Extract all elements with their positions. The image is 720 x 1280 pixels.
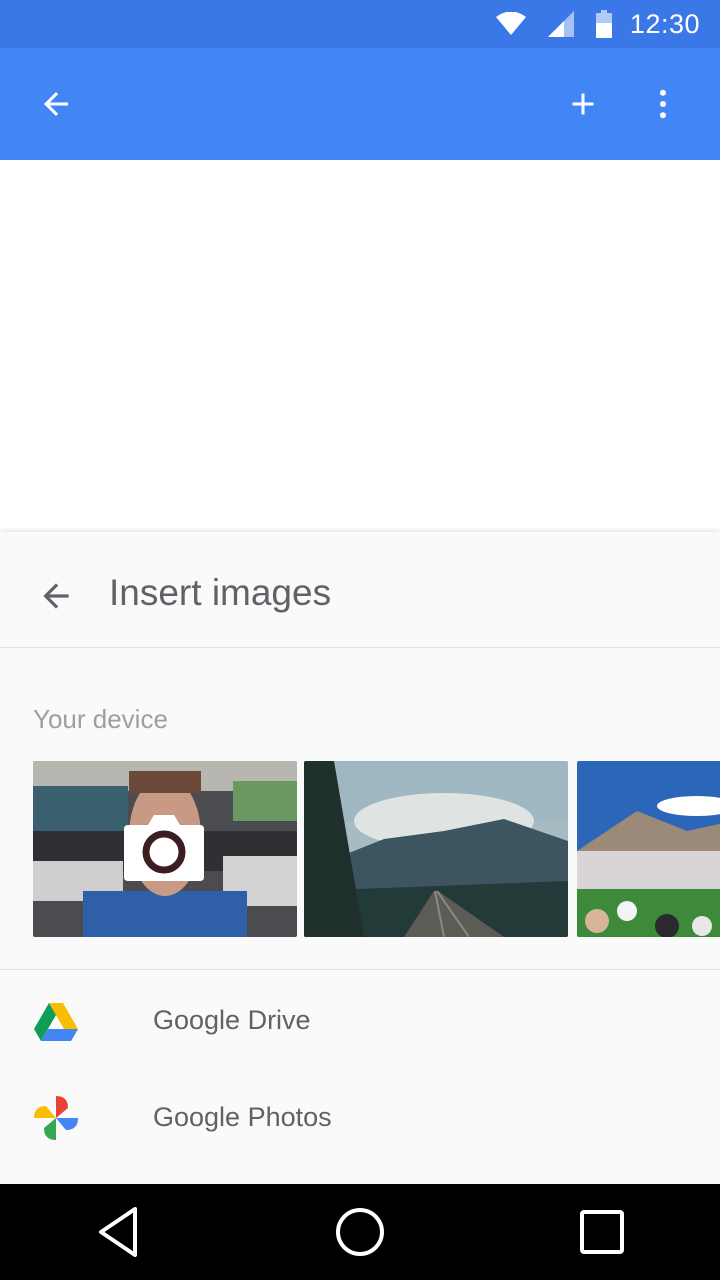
system-nav-bar [0,1184,720,1280]
back-arrow-icon [43,583,69,609]
sheet-title: Insert images [109,572,332,613]
nav-recents-button[interactable] [570,1200,634,1264]
back-arrow-icon [44,92,68,116]
wifi-icon [495,12,526,36]
section-label-your-device: Your device [33,704,168,734]
nav-home-button[interactable] [328,1200,392,1264]
google-drive-icon [34,1003,78,1041]
more-vert-icon [660,89,666,119]
cell-signal-icon [547,11,574,37]
source-label: Google Photos [153,1102,332,1132]
device-thumbnails [33,761,720,937]
camera-thumbnail[interactable] [33,761,297,937]
source-google-drive[interactable]: Google Drive [0,973,720,1069]
document-canvas[interactable] [0,160,720,532]
photo-stadium-thumbnail[interactable] [577,761,720,937]
app-bar [0,48,720,160]
nav-recents-icon [580,1210,624,1254]
sheet-back-button[interactable] [24,564,88,628]
camera-icon [124,815,204,881]
plus-icon [572,93,594,115]
add-button[interactable] [551,72,615,136]
source-google-photos[interactable]: Google Photos [0,1070,720,1166]
nav-back-icon [99,1207,137,1257]
back-button[interactable] [24,72,88,136]
insert-images-sheet: Insert images Your device Google Drive G… [0,532,720,1184]
nav-back-button[interactable] [87,1200,151,1264]
sheet-header: Insert images [0,532,720,648]
google-photos-icon [34,1096,78,1140]
divider [0,969,720,970]
nav-home-icon [336,1208,384,1256]
photo-railway-thumbnail[interactable] [304,761,568,937]
more-options-button[interactable] [631,72,695,136]
battery-icon [595,10,612,38]
status-time: 12:30 [629,8,700,39]
source-label: Google Drive [153,1005,311,1035]
status-bar: 12:30 [0,0,720,48]
